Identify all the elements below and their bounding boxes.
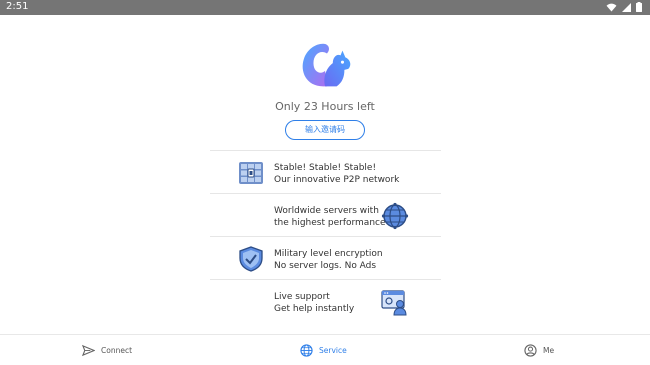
squirrel-logo-icon bbox=[302, 43, 351, 87]
invite-code-button[interactable]: 输入邀请码 bbox=[285, 120, 365, 140]
feature-subtitle: Get help instantly bbox=[274, 304, 355, 314]
wifi-icon bbox=[606, 3, 617, 12]
feature-text: Live support Get help instantly bbox=[274, 291, 354, 315]
feature-text: Military level encryption No server logs… bbox=[274, 248, 383, 272]
status-time: 2:51 bbox=[6, 1, 29, 12]
feature-row-support: Live support Get help instantly bbox=[210, 279, 441, 322]
feature-subtitle: the highest performance bbox=[274, 218, 386, 228]
bottom-nav: Connect Service Me bbox=[0, 334, 650, 365]
feature-title: Live support bbox=[274, 292, 330, 302]
server-rack-icon bbox=[239, 162, 263, 184]
feature-title: Military level encryption bbox=[274, 249, 383, 259]
status-bar: 2:51 bbox=[0, 0, 650, 15]
globe-icon bbox=[381, 202, 409, 230]
cellular-signal-icon bbox=[622, 2, 631, 12]
feature-subtitle: Our innovative P2P network bbox=[274, 175, 400, 185]
feature-list: Stable! Stable! Stable! Our innovative P… bbox=[210, 150, 441, 322]
feature-row-encryption: Military level encryption No server logs… bbox=[210, 236, 441, 279]
feature-title: Stable! Stable! Stable! bbox=[274, 163, 377, 173]
nav-service[interactable]: Service bbox=[300, 344, 347, 357]
nav-me[interactable]: Me bbox=[524, 344, 554, 357]
feature-row-p2p: Stable! Stable! Stable! Our innovative P… bbox=[210, 150, 441, 193]
nav-me-label: Me bbox=[543, 346, 555, 355]
feature-title: Worldwide servers with bbox=[274, 206, 379, 216]
feature-text: Stable! Stable! Stable! Our innovative P… bbox=[274, 162, 399, 186]
battery-icon bbox=[636, 2, 642, 12]
feature-text: Worldwide servers with the highest perfo… bbox=[274, 205, 386, 229]
nav-connect[interactable]: Connect bbox=[82, 344, 132, 357]
shield-check-icon bbox=[239, 246, 263, 272]
plane-icon bbox=[82, 344, 95, 357]
feature-subtitle: No server logs. No Ads bbox=[274, 261, 377, 271]
status-icons bbox=[606, 2, 642, 12]
globe-icon bbox=[300, 344, 313, 357]
user-icon bbox=[524, 344, 537, 357]
support-agent-icon bbox=[381, 290, 407, 316]
nav-connect-label: Connect bbox=[101, 346, 133, 355]
nav-service-label: Service bbox=[319, 346, 347, 355]
hours-left-text: Only 23 Hours left bbox=[275, 100, 375, 113]
feature-row-servers: Worldwide servers with the highest perfo… bbox=[210, 193, 441, 236]
